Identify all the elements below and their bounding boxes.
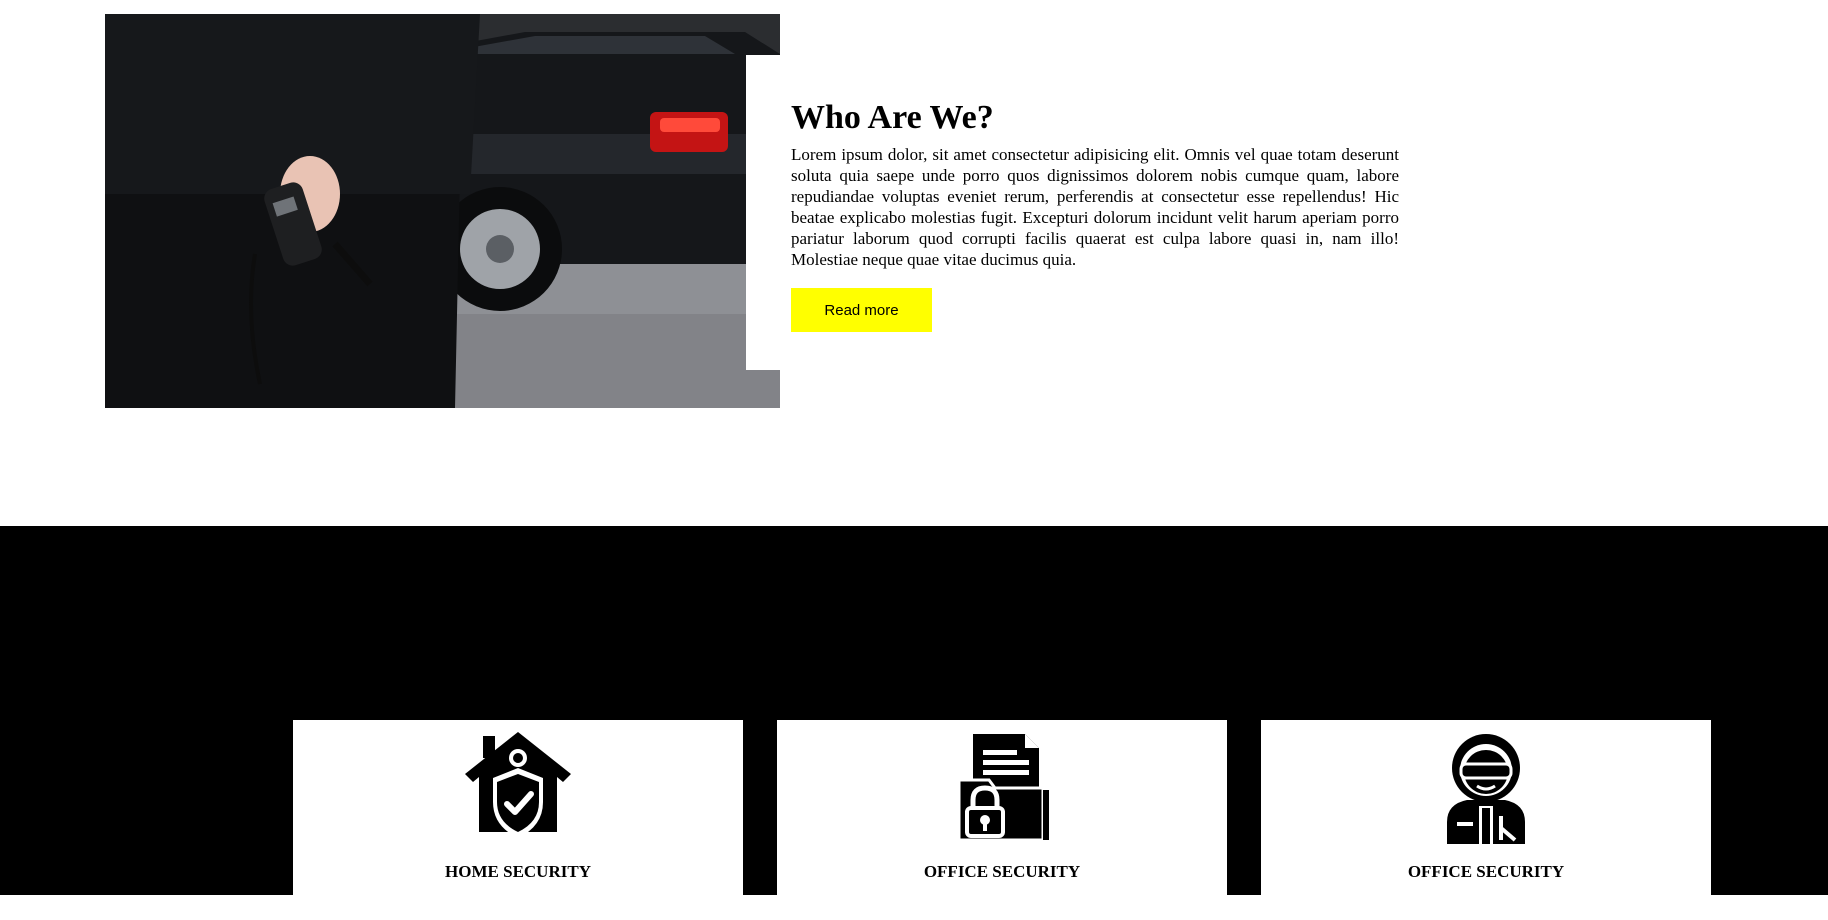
home-shield-icon (459, 728, 577, 846)
about-title: Who Are We? (791, 99, 994, 136)
service-label: OFFICE SECURITY (923, 862, 1081, 881)
service-label: HOME SECURITY (445, 862, 591, 881)
service-label: OFFICE SECURITY (1407, 862, 1565, 881)
service-card-office-security[interactable]: OFFICE SECURITY (777, 720, 1227, 920)
service-card-home-security[interactable]: HOME SECURITY (293, 720, 743, 920)
about-description: Lorem ipsum dolor, sit amet consectetur … (791, 145, 1399, 269)
locked-folder-icon (943, 728, 1061, 846)
about-section: Who Are We? Lorem ipsum dolor, sit amet … (0, 0, 1828, 526)
security-guard-photo (105, 14, 780, 408)
service-card-security-agent[interactable]: OFFICE SECURITY (1261, 720, 1711, 920)
security-agent-icon (1427, 728, 1545, 846)
read-more-button[interactable]: Read more (791, 288, 932, 332)
